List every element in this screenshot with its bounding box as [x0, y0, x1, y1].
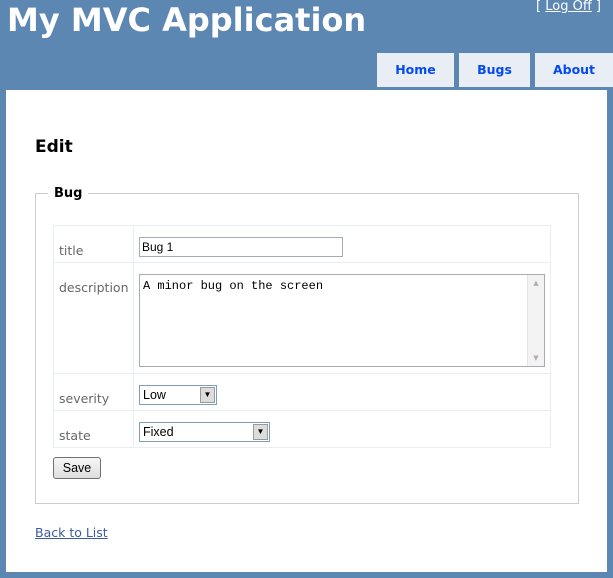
menu-item-bugs[interactable]: Bugs [459, 53, 530, 87]
description-label: description [59, 280, 129, 295]
form-row-title: title [53, 225, 551, 263]
scroll-down-icon[interactable]: ▼ [528, 351, 544, 365]
severity-label: severity [59, 391, 110, 406]
title-label: title [59, 243, 84, 258]
label-cell: title [53, 225, 134, 263]
save-button[interactable]: Save [53, 457, 101, 479]
state-selected-value: Fixed [143, 425, 174, 439]
description-text: A minor bug on the screen [143, 279, 324, 293]
field-cell [133, 225, 551, 263]
main-menu: Home Bugs About [372, 53, 613, 87]
field-cell: Fixed ▼ [133, 410, 551, 448]
field-cell: Low ▼ [133, 373, 551, 411]
chevron-down-icon[interactable]: ▼ [200, 387, 215, 403]
login-display: [ Log Off ] [536, 0, 601, 14]
form-row-state: state Fixed ▼ [53, 410, 551, 448]
form-row-description: description A minor bug on the screen ▲ … [53, 262, 551, 374]
log-off-link[interactable]: Log Off [545, 0, 592, 14]
label-cell: description [53, 262, 134, 374]
label-cell: state [53, 410, 134, 448]
bug-fieldset: Bug title description A minor bug on the… [35, 186, 579, 504]
menu-item-home[interactable]: Home [377, 53, 454, 87]
description-textarea[interactable]: A minor bug on the screen ▲ ▼ [139, 274, 545, 367]
severity-selected-value: Low [143, 388, 166, 402]
page-title: Edit [35, 137, 73, 157]
state-select[interactable]: Fixed ▼ [139, 422, 270, 442]
description-scrollbar[interactable]: ▲ ▼ [527, 275, 544, 366]
field-cell: A minor bug on the screen ▲ ▼ [133, 262, 551, 374]
header: My MVC Application [ Log Off ] Home Bugs… [0, 0, 613, 90]
bracket-close: ] [591, 0, 601, 14]
form-row-severity: severity Low ▼ [53, 373, 551, 411]
state-label: state [59, 428, 91, 443]
chevron-down-icon[interactable]: ▼ [253, 424, 268, 440]
edit-form-table: title description A minor bug on the scr… [53, 225, 551, 448]
label-cell: severity [53, 373, 134, 411]
back-to-list-link[interactable]: Back to List [35, 525, 108, 540]
fieldset-legend: Bug [54, 186, 83, 201]
title-input[interactable] [139, 237, 343, 257]
menu-item-about[interactable]: About [535, 53, 613, 87]
bracket-open: [ [536, 0, 546, 14]
severity-select[interactable]: Low ▼ [139, 385, 217, 405]
app-title: My MVC Application [7, 1, 367, 39]
scroll-up-icon[interactable]: ▲ [528, 276, 544, 290]
main-content: Edit Bug title description A minor bug o… [6, 90, 607, 572]
